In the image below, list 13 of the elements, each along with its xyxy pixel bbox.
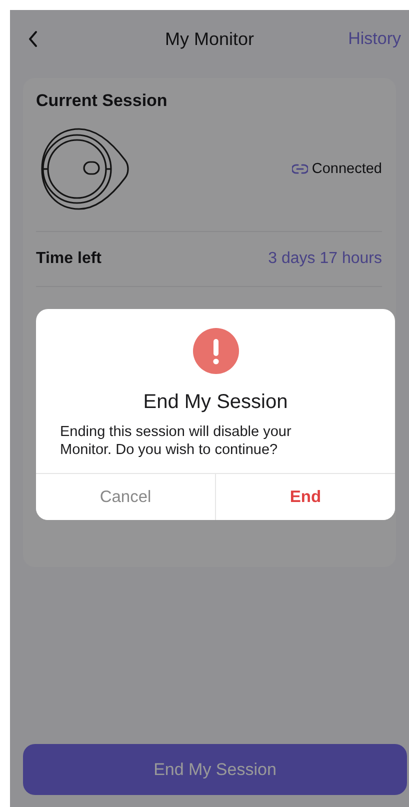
screen-title: My Monitor <box>164 28 254 48</box>
dialog-title: End My Session <box>142 391 289 414</box>
warning-icon <box>192 328 238 374</box>
card-title: Current Session <box>36 91 168 111</box>
dialog-message: Ending this session will disable your Monitor. Do you wish to continue? <box>59 423 292 459</box>
connection-status: Connected <box>312 161 382 177</box>
row-label: Time left <box>36 250 102 268</box>
link-icon <box>292 164 308 174</box>
history-link[interactable]: History <box>348 29 401 49</box>
back-icon[interactable] <box>28 30 38 48</box>
end-session-button[interactable]: End My Session <box>23 744 407 795</box>
row-value: 3 days 17 hours <box>268 250 382 268</box>
end-button[interactable]: End <box>215 474 395 520</box>
